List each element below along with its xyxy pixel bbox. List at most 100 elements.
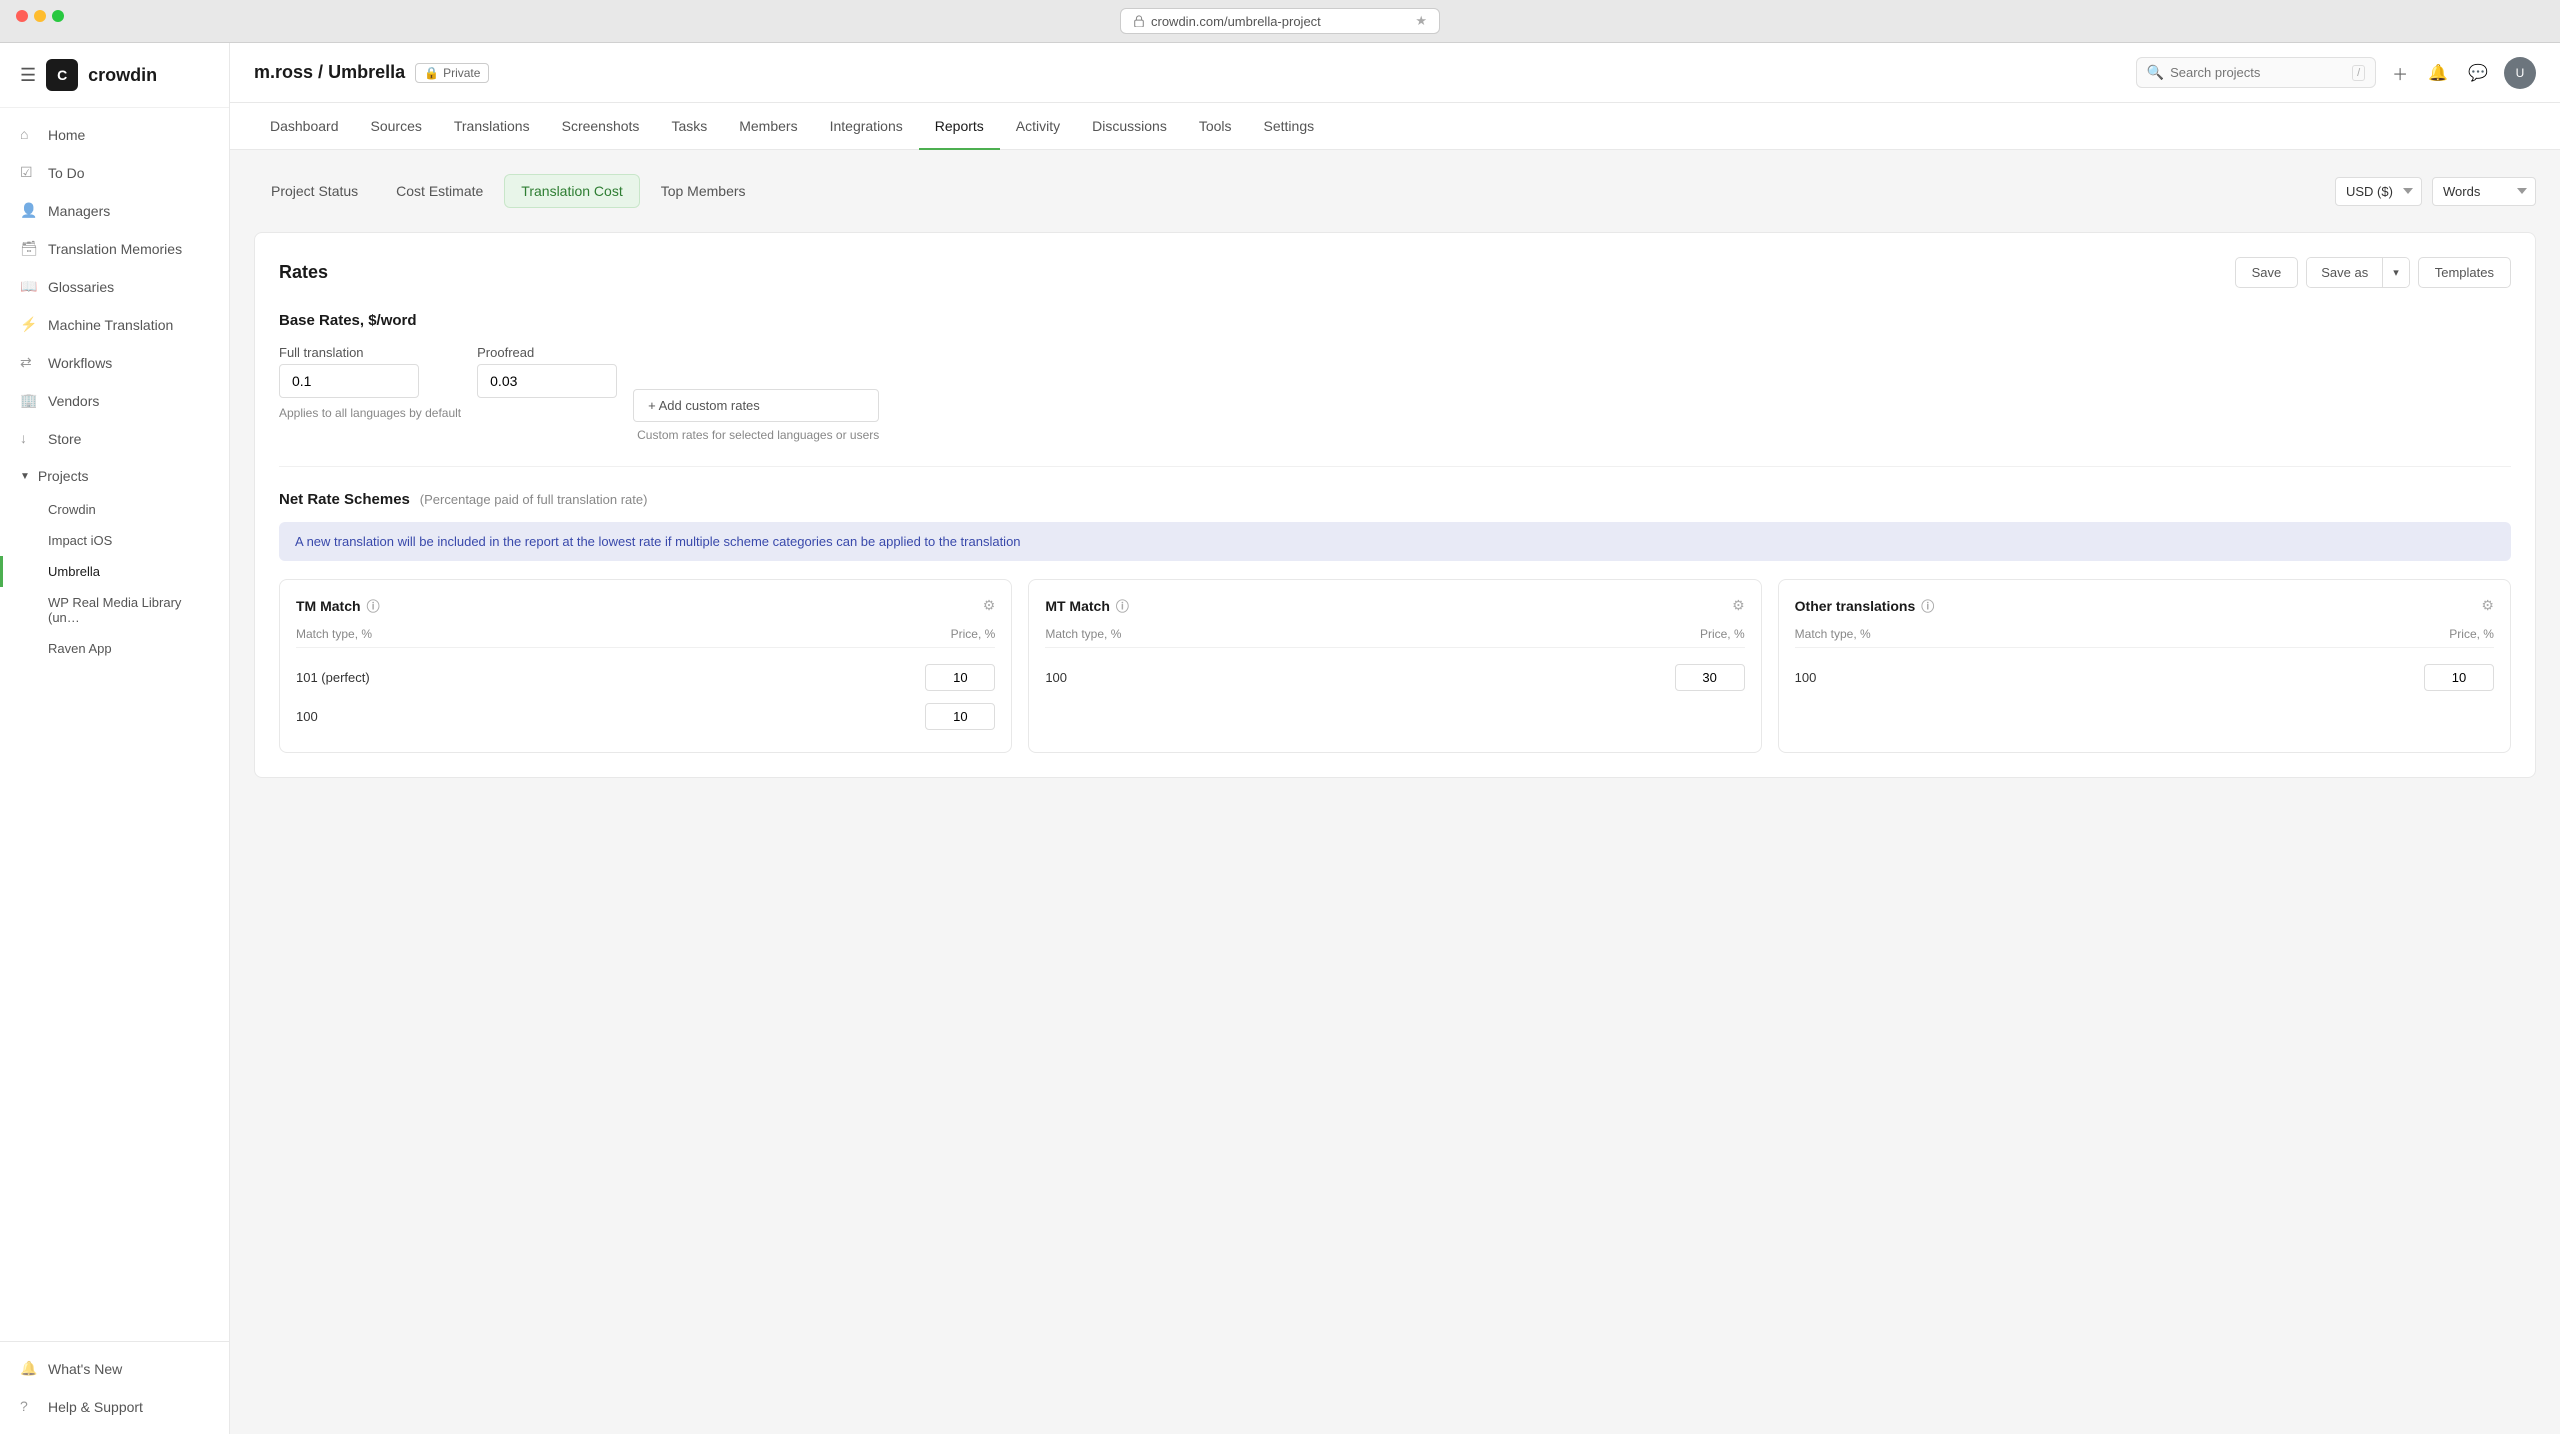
- sidebar-item-label: Vendors: [48, 393, 99, 409]
- other-translations-columns: Match type, % Price, %: [1795, 627, 2494, 648]
- save-as-button[interactable]: Save as: [2307, 258, 2383, 287]
- search-input[interactable]: [2170, 65, 2346, 80]
- notifications-button[interactable]: 🔔: [2424, 59, 2452, 87]
- sidebar-project-impact-ios[interactable]: Impact iOS: [0, 525, 229, 556]
- templates-button[interactable]: Templates: [2418, 257, 2511, 288]
- sidebar-project-umbrella[interactable]: Umbrella: [0, 556, 229, 587]
- tab-tasks[interactable]: Tasks: [655, 104, 723, 150]
- other-translations-gear-icon[interactable]: ⚙: [2481, 597, 2494, 614]
- header-actions: 🔍 / ＋ 🔔 💬 U: [2136, 57, 2536, 89]
- sidebar-item-workflows[interactable]: ⇄ Workflows: [0, 344, 229, 382]
- other-translations-price-0[interactable]: [2424, 664, 2494, 691]
- sidebar-item-home[interactable]: ⌂ Home: [0, 116, 229, 154]
- main-content: m.ross / Umbrella 🔒 Private 🔍 / ＋ 🔔 💬: [230, 43, 2560, 1434]
- project-full-title: m.ross / Umbrella: [254, 62, 405, 83]
- nav-tabs: Dashboard Sources Translations Screensho…: [230, 103, 2560, 150]
- tab-reports[interactable]: Reports: [919, 104, 1000, 150]
- sidebar-item-help[interactable]: ? Help & Support: [0, 1388, 229, 1426]
- sidebar-item-machine-translation[interactable]: ⚡ Machine Translation: [0, 306, 229, 344]
- maximize-button[interactable]: [52, 10, 64, 22]
- tab-discussions[interactable]: Discussions: [1076, 104, 1183, 150]
- content-area: Project Status Cost Estimate Translation…: [230, 150, 2560, 1434]
- currency-select[interactable]: USD ($) EUR (€) GBP (£): [2335, 177, 2422, 206]
- sidebar-item-translation-memories[interactable]: 🗃 Translation Memories: [0, 230, 229, 268]
- tab-members[interactable]: Members: [723, 104, 813, 150]
- tab-screenshots[interactable]: Screenshots: [546, 104, 656, 150]
- sidebar-item-vendors[interactable]: 🏢 Vendors: [0, 382, 229, 420]
- sidebar-item-managers[interactable]: 👤 Managers: [0, 192, 229, 230]
- user-avatar[interactable]: U: [2504, 57, 2536, 89]
- other-translations-title: Other translations ⓘ: [1795, 596, 1935, 615]
- add-custom-rates-button[interactable]: + Add custom rates: [633, 389, 879, 422]
- sidebar-item-label: Store: [48, 431, 81, 447]
- applies-hint: Applies to all languages by default: [279, 406, 461, 420]
- sidebar-item-store[interactable]: ↓ Store: [0, 420, 229, 458]
- sidebar-item-glossaries[interactable]: 📖 Glossaries: [0, 268, 229, 306]
- tm-match-price-1[interactable]: [925, 703, 995, 730]
- save-as-dropdown-arrow[interactable]: ▾: [2383, 258, 2409, 287]
- full-translation-group: Full translation Applies to all language…: [279, 345, 461, 420]
- sidebar: ☰ C crowdin ⌂ Home ☑ To Do 👤 Managers 🗃 …: [0, 43, 230, 1434]
- bookmark-icon[interactable]: ★: [1415, 13, 1427, 29]
- proofread-label: Proofread: [477, 345, 617, 360]
- rates-header: Rates Save Save as ▾ Templates: [279, 257, 2511, 288]
- minimize-button[interactable]: [34, 10, 46, 22]
- sidebar-item-whats-new[interactable]: 🔔 What's New: [0, 1350, 229, 1388]
- workflows-icon: ⇄: [20, 354, 38, 372]
- tab-integrations[interactable]: Integrations: [814, 104, 919, 150]
- sub-tab-project-status[interactable]: Project Status: [254, 174, 375, 208]
- sidebar-item-todo[interactable]: ☑ To Do: [0, 154, 229, 192]
- tab-translations[interactable]: Translations: [438, 104, 546, 150]
- tab-settings[interactable]: Settings: [1248, 104, 1331, 150]
- project-name: Crowdin: [48, 502, 96, 517]
- hamburger-button[interactable]: ☰: [20, 65, 36, 86]
- help-icon: ?: [20, 1398, 38, 1416]
- sub-tab-translation-cost[interactable]: Translation Cost: [504, 174, 639, 208]
- proofread-input[interactable]: [477, 364, 617, 398]
- proofread-group: Proofread: [477, 345, 617, 398]
- tm-match-info-icon[interactable]: ⓘ: [367, 596, 380, 615]
- tab-tools[interactable]: Tools: [1183, 104, 1248, 150]
- full-translation-label: Full translation: [279, 345, 461, 360]
- other-translations-info-icon[interactable]: ⓘ: [1921, 596, 1934, 615]
- full-translation-input[interactable]: [279, 364, 419, 398]
- sidebar-bottom: 🔔 What's New ? Help & Support: [0, 1341, 229, 1434]
- table-row: 100: [1795, 658, 2494, 697]
- sidebar-nav: ⌂ Home ☑ To Do 👤 Managers 🗃 Translation …: [0, 108, 229, 1341]
- save-as-split-button: Save as ▾: [2306, 257, 2410, 288]
- mt-match-info-icon[interactable]: ⓘ: [1116, 596, 1129, 615]
- mt-match-gear-icon[interactable]: ⚙: [1732, 597, 1745, 614]
- tm-match-price-0[interactable]: [925, 664, 995, 691]
- vendors-icon: 🏢: [20, 392, 38, 410]
- sidebar-item-label: Managers: [48, 203, 110, 219]
- lock-icon: [1133, 15, 1145, 27]
- add-button[interactable]: ＋: [2388, 57, 2412, 89]
- tab-activity[interactable]: Activity: [1000, 104, 1076, 150]
- search-box[interactable]: 🔍 /: [2136, 57, 2377, 88]
- project-name: Umbrella: [48, 564, 100, 579]
- store-icon: ↓: [20, 430, 38, 448]
- unit-select[interactable]: Words Characters Segments: [2432, 177, 2536, 206]
- scheme-cards: TM Match ⓘ ⚙ Match type, % Price, % 101 …: [279, 579, 2511, 753]
- table-row: 101 (perfect): [296, 658, 995, 697]
- projects-section-header[interactable]: ▼ Projects: [0, 458, 229, 494]
- mt-match-price-0[interactable]: [1675, 664, 1745, 691]
- url-text: crowdin.com/umbrella-project: [1151, 14, 1321, 29]
- chat-button[interactable]: 💬: [2464, 59, 2492, 87]
- glossaries-icon: 📖: [20, 278, 38, 296]
- sidebar-project-raven-app[interactable]: Raven App: [0, 633, 229, 664]
- sub-tab-top-members[interactable]: Top Members: [644, 174, 763, 208]
- save-button[interactable]: Save: [2235, 257, 2299, 288]
- tab-sources[interactable]: Sources: [355, 104, 438, 150]
- sidebar-project-crowdin[interactable]: Crowdin: [0, 494, 229, 525]
- sidebar-item-label: Translation Memories: [48, 241, 182, 257]
- rates-actions: Save Save as ▾ Templates: [2235, 257, 2511, 288]
- divider: [279, 466, 2511, 467]
- sidebar-project-wp-real-media[interactable]: WP Real Media Library (un…: [0, 587, 229, 633]
- sub-tab-cost-estimate[interactable]: Cost Estimate: [379, 174, 500, 208]
- close-button[interactable]: [16, 10, 28, 22]
- tm-match-gear-icon[interactable]: ⚙: [983, 597, 996, 614]
- tm-icon: 🗃: [20, 240, 38, 258]
- tab-dashboard[interactable]: Dashboard: [254, 104, 355, 150]
- url-bar[interactable]: crowdin.com/umbrella-project ★: [1120, 8, 1440, 34]
